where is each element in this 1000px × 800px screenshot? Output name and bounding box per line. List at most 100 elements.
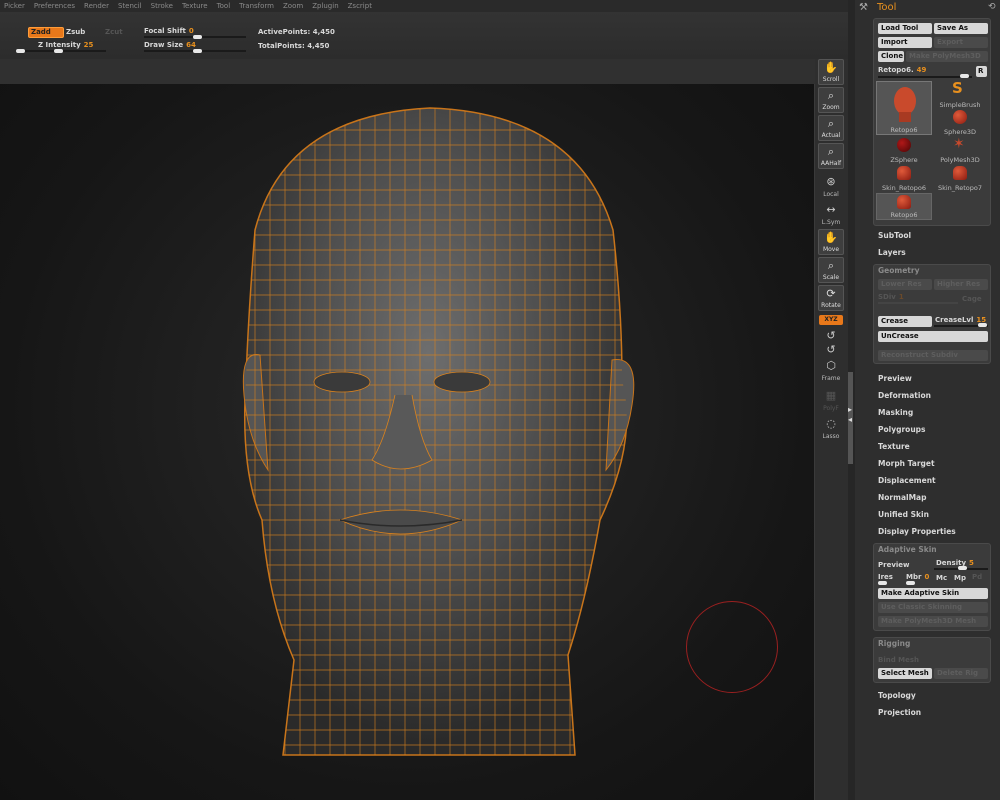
preview-section[interactable]: Preview: [878, 374, 912, 383]
z-intensity-knob[interactable]: [54, 49, 63, 53]
unified-skin-section[interactable]: Unified Skin: [878, 510, 929, 519]
frame-button[interactable]: ⬡ Frame: [818, 357, 844, 383]
lsym-button[interactable]: ↔ L.Sym: [818, 201, 844, 227]
menu-stroke[interactable]: Stroke: [151, 2, 173, 10]
import-button[interactable]: Import: [878, 37, 932, 48]
morph-target-section[interactable]: Morph Target: [878, 459, 935, 468]
zoom-button[interactable]: ⌕ Zoom: [818, 87, 844, 113]
ires-knob[interactable]: [878, 581, 887, 585]
mesh-thumb-polymesh3d[interactable]: ✶ PolyMesh3D: [932, 136, 988, 164]
bind-mesh-button[interactable]: Bind Mesh: [878, 656, 919, 664]
menu-zscript[interactable]: Zscript: [348, 2, 372, 10]
menu-picker[interactable]: Picker: [4, 2, 25, 10]
use-classic-skinning-button[interactable]: Use Classic Skinning: [878, 602, 988, 613]
make-adaptive-skin-button[interactable]: Make Adaptive Skin: [878, 588, 988, 599]
normalmap-section[interactable]: NormalMap: [878, 493, 926, 502]
select-mesh-button[interactable]: Select Mesh: [878, 668, 932, 679]
document-canvas[interactable]: [0, 84, 815, 800]
lower-res-button[interactable]: Lower Res: [878, 279, 932, 290]
make-polymesh-mesh-button[interactable]: Make PolyMesh3D Mesh: [878, 616, 988, 627]
zsub-button[interactable]: Zsub: [66, 28, 85, 36]
save-as-button[interactable]: Save As: [934, 23, 988, 34]
load-tool-button[interactable]: Load Tool: [878, 23, 932, 34]
menu-transform[interactable]: Transform: [239, 2, 274, 10]
mesh-thumb-skin-retopo6[interactable]: Skin_Retopo6: [876, 165, 932, 192]
clone-button[interactable]: Clone: [878, 51, 904, 62]
zcut-button[interactable]: Zcut: [105, 28, 123, 36]
rotate-z-button[interactable]: ↺: [818, 341, 844, 356]
layers-section[interactable]: Layers: [878, 248, 906, 257]
uncrease-button[interactable]: UnCrease: [878, 331, 988, 342]
crease-button[interactable]: Crease: [878, 316, 932, 327]
mesh-thumb-skin-retopo7[interactable]: Skin_Retopo7: [932, 165, 988, 192]
mbr-slider[interactable]: Mbr 0: [906, 573, 929, 581]
draw-size-slider[interactable]: Draw Size 64: [144, 41, 196, 49]
zadd-button[interactable]: Zadd: [28, 27, 64, 38]
sdiv-track[interactable]: [878, 302, 958, 304]
r-button[interactable]: R: [976, 66, 987, 77]
local-button[interactable]: ⊛ Local: [818, 173, 844, 199]
density-knob[interactable]: [958, 566, 967, 570]
cage-button[interactable]: Cage: [962, 295, 982, 303]
menu-texture[interactable]: Texture: [182, 2, 208, 10]
higher-res-button[interactable]: Higher Res: [934, 279, 988, 290]
current-tool-knob[interactable]: [960, 74, 969, 78]
masking-section[interactable]: Masking: [878, 408, 913, 417]
menu-zoom[interactable]: Zoom: [283, 2, 303, 10]
draw-size-knob[interactable]: [193, 49, 202, 53]
menu-render[interactable]: Render: [84, 2, 109, 10]
mc-toggle[interactable]: Mc: [936, 574, 947, 582]
z-intensity-knob-left[interactable]: [16, 49, 25, 53]
crease-level-knob[interactable]: [978, 323, 987, 327]
menu-preferences[interactable]: Preferences: [34, 2, 75, 10]
scroll-button[interactable]: ✋ Scroll: [818, 59, 844, 85]
mesh-thumb-sphere3d[interactable]: Sphere3D: [932, 109, 988, 136]
deformation-section[interactable]: Deformation: [878, 391, 931, 400]
polygroups-section[interactable]: Polygroups: [878, 425, 926, 434]
mp-toggle[interactable]: Mp: [954, 574, 966, 582]
menu-stencil[interactable]: Stencil: [118, 2, 142, 10]
current-tool-slider[interactable]: Retopo6. 49: [878, 66, 926, 74]
topology-section[interactable]: Topology: [878, 691, 916, 700]
mesh-thumb-retopo6[interactable]: Retopo6: [876, 193, 932, 220]
geometry-title[interactable]: Geometry: [878, 266, 919, 275]
mesh-thumb-retopo6-active[interactable]: Retopo6: [876, 81, 932, 135]
reconstruct-subdiv-button[interactable]: Reconstruct Subdiv: [878, 350, 988, 361]
tool-palette-title[interactable]: Tool: [877, 2, 896, 13]
rotate-y-button[interactable]: ↺: [818, 327, 844, 342]
pd-toggle[interactable]: Pd: [972, 573, 982, 581]
delete-rig-button[interactable]: Delete Rig: [934, 668, 988, 679]
adaptive-skin-title[interactable]: Adaptive Skin: [878, 545, 937, 554]
rotate-button[interactable]: ⟳ Rotate: [818, 285, 844, 311]
menu-tool[interactable]: Tool: [217, 2, 231, 10]
scale-button[interactable]: ⌕ Scale: [818, 257, 844, 283]
focal-shift-knob[interactable]: [193, 35, 202, 39]
export-button[interactable]: Export: [934, 37, 988, 48]
subtool-section[interactable]: SubTool: [878, 231, 911, 240]
focal-shift-slider[interactable]: Focal Shift 0: [144, 27, 194, 35]
display-properties-section[interactable]: Display Properties: [878, 527, 956, 536]
expand-arrow-icon[interactable]: ◂: [848, 415, 852, 424]
actual-button[interactable]: ⌕ Actual: [818, 115, 844, 141]
collapse-arrow-icon[interactable]: ▸: [848, 405, 852, 414]
polyf-button[interactable]: ▦ PolyF: [818, 387, 844, 413]
sdiv-slider[interactable]: SDiv 1: [878, 293, 904, 301]
mesh-thumb-simplebrush[interactable]: S SimpleBrush: [932, 79, 988, 109]
close-icon[interactable]: ⟲: [988, 2, 996, 12]
aahalf-button[interactable]: ⌕ AAHalf: [818, 143, 844, 169]
make-polymesh-button[interactable]: Make PolyMesh3D: [906, 51, 988, 62]
projection-section[interactable]: Projection: [878, 708, 921, 717]
mbr-knob[interactable]: [906, 581, 915, 585]
ires-slider[interactable]: Ires: [878, 573, 893, 581]
adaptive-preview-button[interactable]: Preview: [878, 561, 910, 569]
xyz-toggle[interactable]: XYZ: [819, 315, 843, 325]
move-button[interactable]: ✋ Move: [818, 229, 844, 255]
density-slider[interactable]: Density 5: [936, 559, 974, 567]
z-intensity-slider[interactable]: Z Intensity 25: [38, 41, 93, 49]
rigging-title[interactable]: Rigging: [878, 639, 910, 648]
menu-zplugin[interactable]: Zplugin: [312, 2, 338, 10]
lasso-button[interactable]: ◌ Lasso: [818, 415, 844, 441]
head-mesh-model[interactable]: [0, 84, 815, 800]
current-tool-track[interactable]: [878, 76, 972, 78]
displacement-section[interactable]: Displacement: [878, 476, 936, 485]
